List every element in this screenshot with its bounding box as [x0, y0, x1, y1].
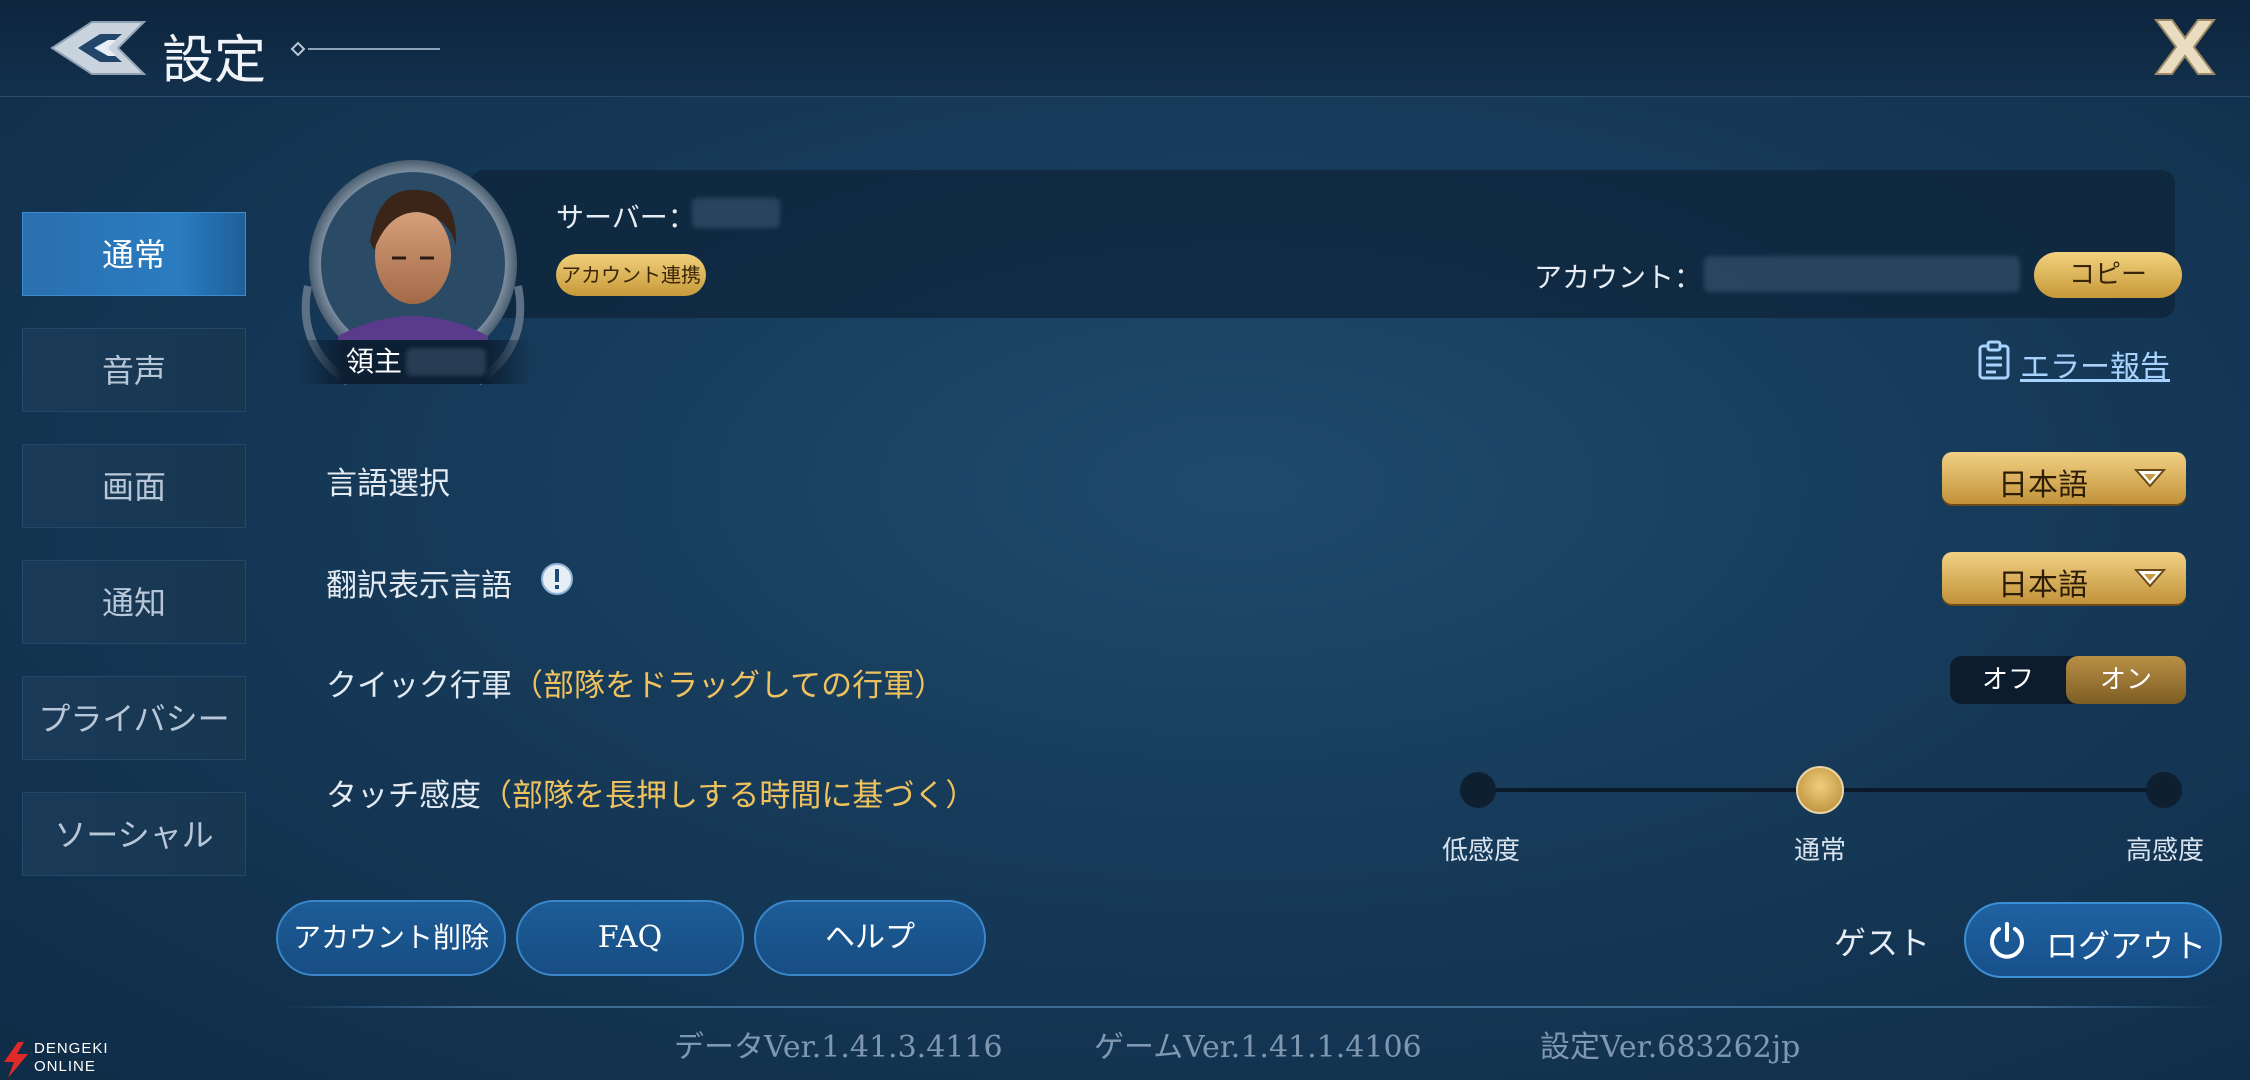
- error-report-label: エラー報告: [2020, 350, 2170, 385]
- quick-march-title: クイック行軍: [326, 668, 512, 704]
- toggle-on-option[interactable]: オン: [2066, 656, 2186, 704]
- logout-button[interactable]: ログアウト: [1964, 902, 2222, 978]
- server-label: サーバー：: [556, 201, 696, 234]
- slider-label-normal: 通常: [1794, 836, 1847, 866]
- profile-panel: [470, 170, 2175, 318]
- close-icon: [2154, 19, 2216, 75]
- sidebar-item-general[interactable]: 通常: [22, 212, 246, 296]
- faq-button[interactable]: FAQ: [516, 900, 744, 976]
- chevron-down-icon: [2134, 469, 2166, 488]
- touch-sensitivity-label: タッチ感度（部隊を長押しする時間に基づく）: [326, 770, 976, 815]
- page-title: 設定: [162, 31, 267, 91]
- account-link-button[interactable]: アカウント連携: [556, 254, 706, 296]
- slider-knob[interactable]: [1796, 766, 1844, 814]
- copy-button[interactable]: コピー: [2034, 252, 2182, 298]
- quick-march-toggle[interactable]: オフ オン: [1950, 656, 2186, 704]
- power-icon: [1990, 922, 2024, 959]
- sidebar-item-notifications[interactable]: 通知: [22, 560, 246, 644]
- watermark-line-2: ONLINE: [34, 1058, 96, 1075]
- translation-label: 翻訳表示言語: [326, 568, 512, 604]
- quick-march-note: （部隊をドラッグしての行軍）: [512, 668, 946, 704]
- guest-label: ゲスト: [1834, 924, 1931, 962]
- logout-label: ログアウト: [2046, 927, 2207, 965]
- sidebar-item-display[interactable]: 画面: [22, 444, 246, 528]
- account-id-redacted: [1704, 256, 2020, 292]
- help-button[interactable]: ヘルプ: [754, 900, 986, 976]
- touch-title: タッチ感度: [326, 778, 481, 814]
- data-version: データVer.1.41.3.4116: [674, 1030, 1003, 1065]
- slider-stop-high[interactable]: [2146, 772, 2182, 808]
- lightning-bolt-icon: [4, 1042, 28, 1078]
- lord-name-plate: 領主: [296, 340, 532, 384]
- info-icon[interactable]: [540, 562, 574, 596]
- slider-label-low: 低感度: [1442, 836, 1521, 866]
- translation-dropdown[interactable]: 日本語: [1942, 552, 2186, 604]
- chevron-down-icon: [2134, 569, 2166, 588]
- watermark-line-1: DENGEKI: [34, 1040, 109, 1057]
- clipboard-icon: [1978, 340, 2010, 380]
- footer-divider: [280, 1006, 2220, 1008]
- close-button[interactable]: [2150, 14, 2220, 80]
- sidebar-item-privacy[interactable]: プライバシー: [22, 676, 246, 760]
- server-value-redacted: [692, 198, 780, 228]
- language-value: 日本語: [1998, 468, 2088, 503]
- dengeki-watermark: DENGEKI ONLINE: [0, 1040, 130, 1080]
- game-version: ゲームVer.1.41.1.4106: [1094, 1030, 1422, 1065]
- lord-name-redacted: [406, 348, 486, 376]
- top-bar: 設定: [0, 0, 2250, 97]
- touch-note: （部隊を長押しする時間に基づく）: [481, 778, 977, 814]
- slider-stop-low[interactable]: [1460, 772, 1496, 808]
- settings-version: 設定Ver.683262jp: [1540, 1030, 1801, 1065]
- sidebar-item-audio[interactable]: 音声: [22, 328, 246, 412]
- title-ornament-icon: [290, 42, 440, 56]
- sidebar-item-social[interactable]: ソーシャル: [22, 792, 246, 876]
- translation-value: 日本語: [1998, 568, 2088, 603]
- delete-account-button[interactable]: アカウント削除: [276, 900, 506, 976]
- account-label: アカウント：: [1534, 261, 1703, 294]
- lord-label: 領主: [346, 345, 403, 378]
- quick-march-label: クイック行軍（部隊をドラッグしての行軍）: [326, 660, 945, 705]
- language-dropdown[interactable]: 日本語: [1942, 452, 2186, 504]
- language-label: 言語選択: [326, 466, 450, 502]
- back-arrow-icon[interactable]: [48, 16, 148, 80]
- toggle-off-option[interactable]: オフ: [1950, 656, 2066, 704]
- slider-label-high: 高感度: [2126, 836, 2205, 866]
